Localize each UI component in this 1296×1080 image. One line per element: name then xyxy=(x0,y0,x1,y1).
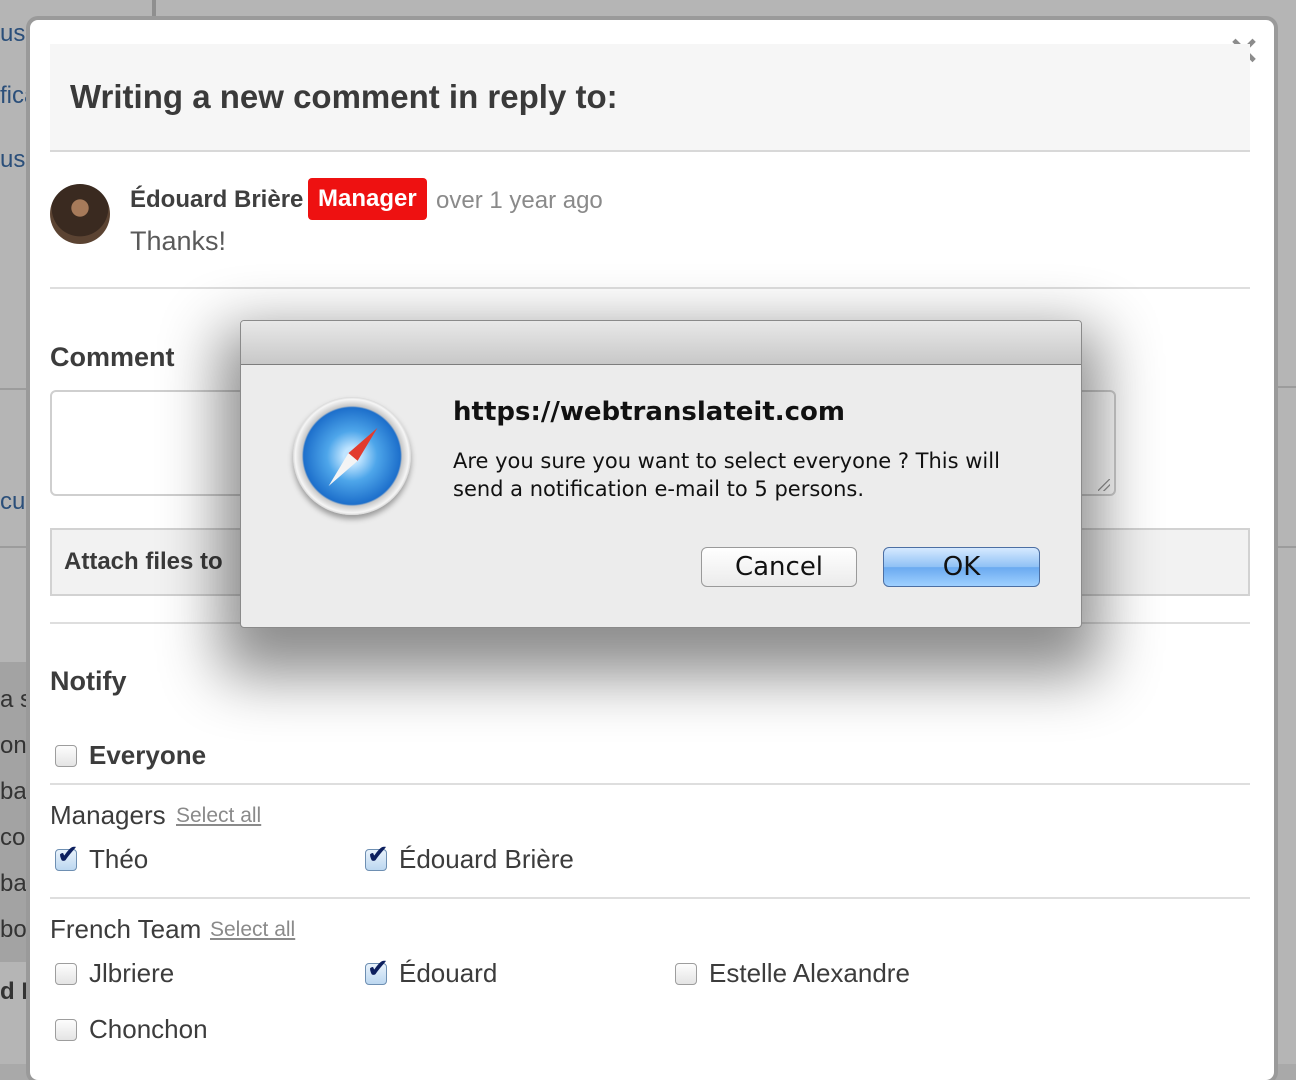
safari-compass-icon xyxy=(293,397,411,515)
notify-label-estelle-alexandre[interactable]: Estelle Alexandre xyxy=(709,958,910,989)
reply-text: Thanks! xyxy=(130,226,227,256)
confirm-dialog: https://webtranslateit.com Are you sure … xyxy=(240,320,1082,628)
notify-checkbox-theo[interactable]: ✔ xyxy=(55,840,79,871)
checkmark-icon: ✔ xyxy=(57,840,79,870)
notify-heading: Notify xyxy=(50,666,127,696)
compass-needle-red xyxy=(348,424,383,461)
notify-checkbox-chonchon[interactable] xyxy=(55,1019,77,1041)
cancel-button[interactable]: Cancel xyxy=(701,547,857,587)
resize-handle-icon[interactable] xyxy=(1098,479,1110,491)
background-text: us xyxy=(0,20,26,47)
reply-author[interactable]: Édouard Brière xyxy=(130,186,303,214)
notify-label-jlbriere[interactable]: Jlbriere xyxy=(89,958,174,989)
dialog-titlebar[interactable] xyxy=(241,321,1081,365)
background-text: ba xyxy=(0,870,27,897)
select-all-french-team-link[interactable]: Select all xyxy=(210,918,295,942)
group-title-french-team: French Team xyxy=(50,914,202,944)
avatar xyxy=(50,184,110,244)
role-badge: Manager xyxy=(308,178,427,220)
comment-label: Comment xyxy=(50,342,175,372)
select-all-managers-link[interactable]: Select all xyxy=(176,804,261,828)
notify-label-edouard[interactable]: Édouard xyxy=(399,958,497,989)
dialog-host: https://webtranslateit.com xyxy=(453,397,845,427)
reply-timestamp: over 1 year ago xyxy=(436,187,603,214)
compass-needle-white xyxy=(323,453,358,490)
notify-label-edouard-briere[interactable]: Édouard Brière xyxy=(399,844,574,875)
everyone-checkbox[interactable] xyxy=(55,745,77,767)
background-line xyxy=(0,388,30,390)
divider xyxy=(50,287,1250,289)
checkmark-icon: ✔ xyxy=(367,840,389,870)
group-title-managers: Managers xyxy=(50,800,166,830)
notify-checkbox-estelle-alexandre[interactable] xyxy=(675,963,697,985)
background-line xyxy=(1274,386,1296,388)
ok-button[interactable]: OK xyxy=(883,547,1040,587)
notify-checkbox-edouard-briere[interactable]: ✔ xyxy=(365,840,389,871)
dialog-message: Are you sure you want to select everyone… xyxy=(453,449,1000,501)
modal-header: Writing a new comment in reply to: xyxy=(50,44,1250,152)
notify-checkbox-jlbriere[interactable] xyxy=(55,963,77,985)
attach-files-label: Attach files to xyxy=(64,548,223,575)
divider xyxy=(50,897,1250,899)
notify-label-theo[interactable]: Théo xyxy=(89,844,148,875)
background-line xyxy=(1274,546,1296,548)
background-line xyxy=(0,546,30,548)
modal-title: Writing a new comment in reply to: xyxy=(70,78,618,115)
notify-checkbox-edouard[interactable]: ✔ xyxy=(365,954,389,985)
notify-label-chonchon[interactable]: Chonchon xyxy=(89,1014,208,1045)
background-text: bol xyxy=(0,916,33,943)
background-text: a s xyxy=(0,686,33,713)
everyone-label[interactable]: Everyone xyxy=(89,740,206,771)
checkmark-icon: ✔ xyxy=(367,954,389,984)
divider xyxy=(50,783,1250,785)
background-divider xyxy=(152,0,156,20)
